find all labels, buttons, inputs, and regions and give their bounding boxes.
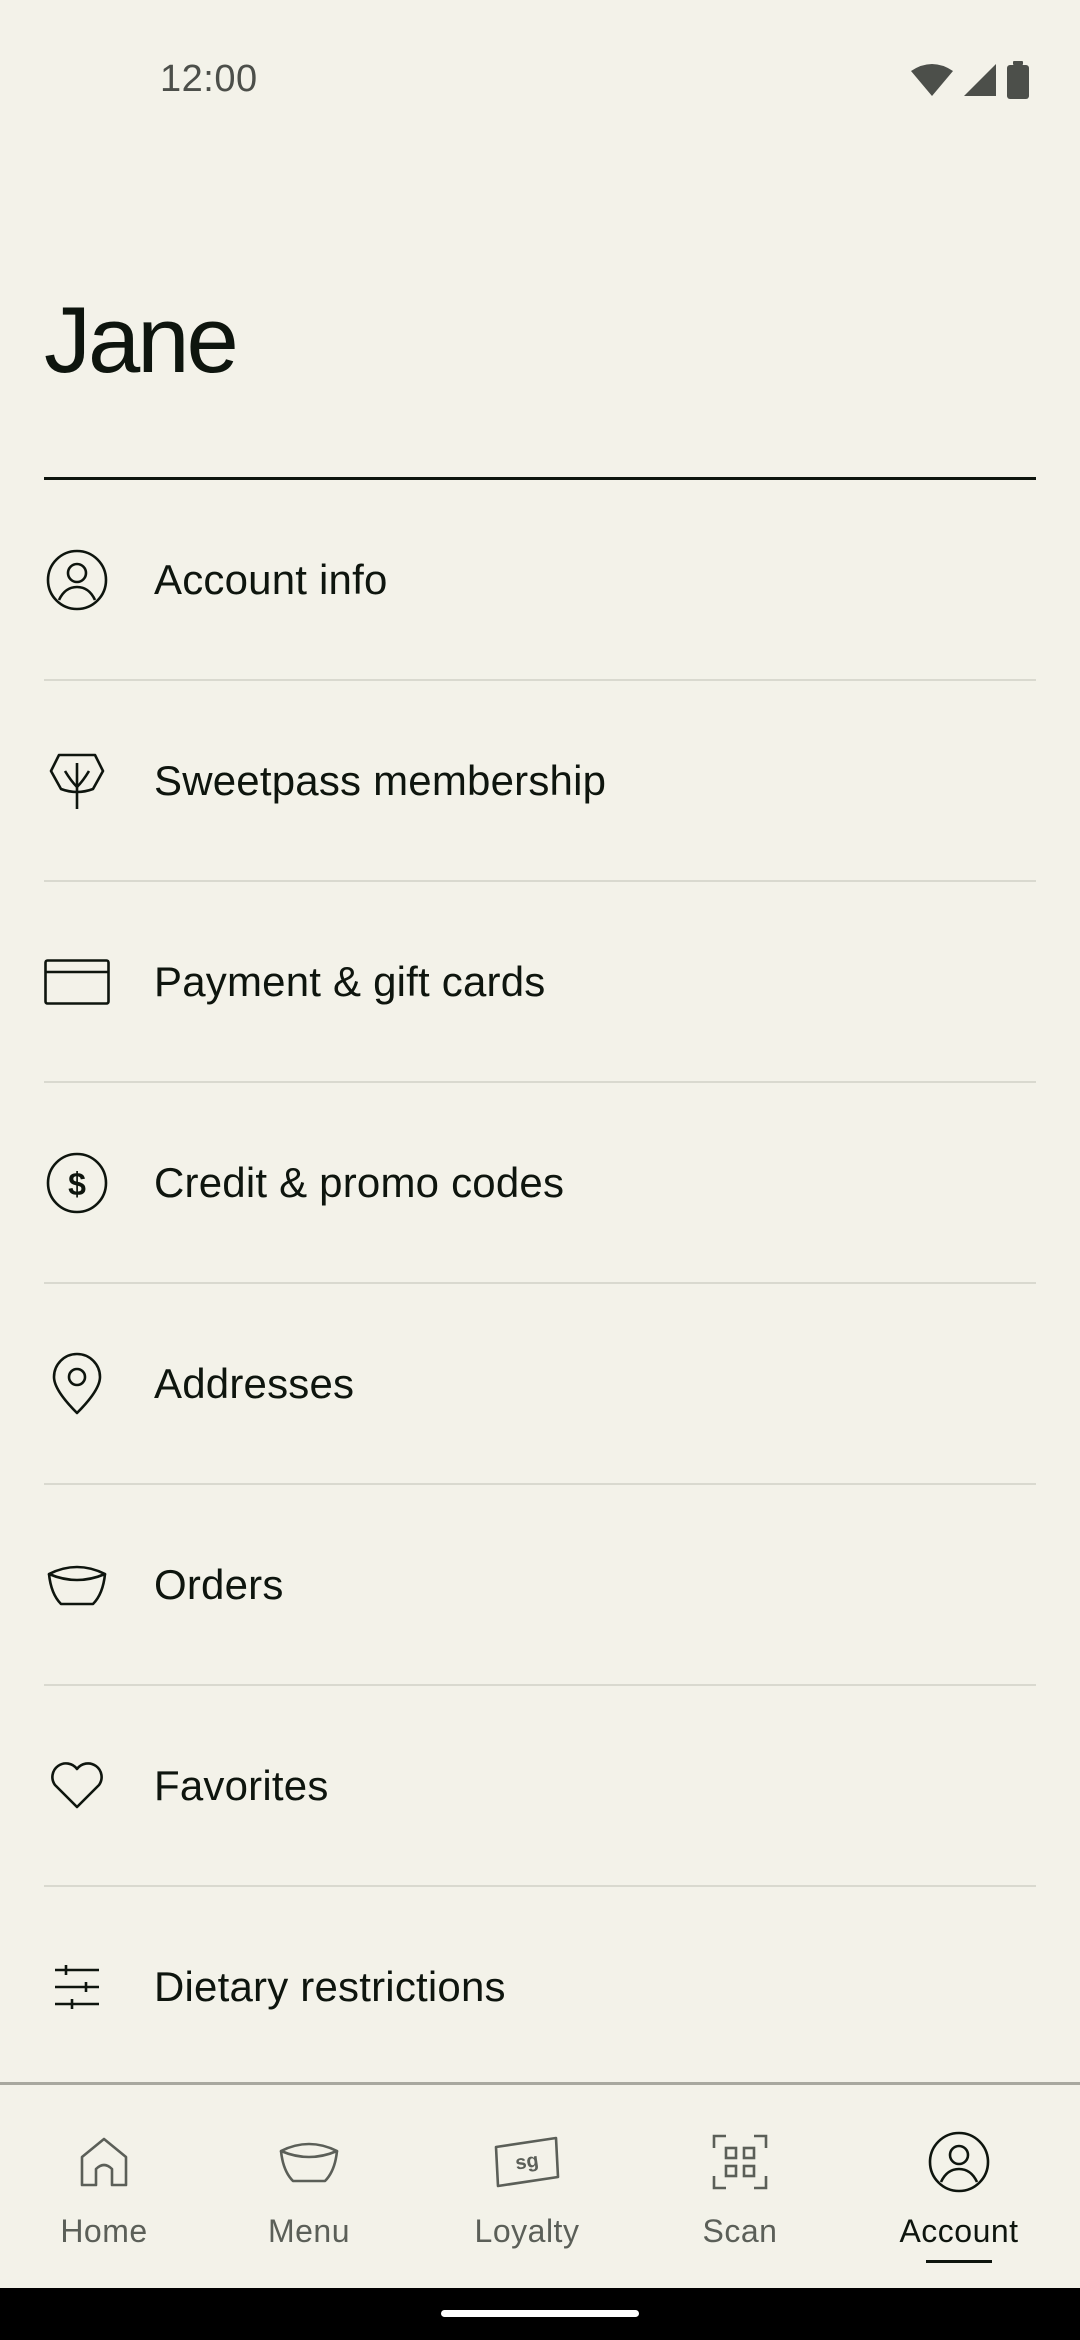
menu-item-label: Credit & promo codes (154, 1158, 565, 1206)
nav-label: Loyalty (474, 2213, 580, 2249)
nav-label: Menu (267, 2213, 351, 2249)
sliders-icon (44, 1954, 110, 2020)
menu-item-label: Payment & gift cards (154, 957, 546, 1005)
menu-item-dietary-restrictions[interactable]: Dietary restrictions (44, 1887, 1036, 2087)
menu-item-favorites[interactable]: Favorites (44, 1686, 1036, 1887)
nav-label: Home (60, 2213, 148, 2249)
nav-tab-home[interactable]: Home (4, 2085, 204, 2295)
nav-tab-menu[interactable]: Menu (209, 2085, 409, 2295)
menu-item-label: Dietary restrictions (154, 1963, 506, 2010)
user-circle-icon (927, 2129, 991, 2195)
wifi-icon (910, 63, 954, 97)
nav-label: Scan (702, 2213, 778, 2249)
battery-icon (1006, 61, 1030, 99)
bowl-icon (277, 2129, 341, 2195)
home-icon (77, 2129, 131, 2195)
menu-item-label: Sweetpass membership (154, 756, 607, 804)
gesture-handle[interactable] (441, 2310, 639, 2317)
menu-item-label: Orders (154, 1560, 284, 1608)
user-circle-icon (44, 547, 110, 613)
nav-tab-scan[interactable]: Scan (640, 2085, 840, 2295)
menu-item-label: Account info (154, 555, 388, 603)
signal-icon (962, 62, 998, 98)
heart-icon (44, 1753, 110, 1819)
active-tab-indicator (926, 2260, 992, 2263)
location-pin-icon (44, 1351, 110, 1417)
menu-item-label: Addresses (154, 1359, 355, 1407)
bowl-icon (44, 1552, 110, 1618)
menu-item-credit-promo-codes[interactable]: $ Credit & promo codes (44, 1083, 1036, 1284)
account-menu-list: Account info Sweetpass membership Paymen… (44, 480, 1036, 2087)
profile-name: Jane (44, 287, 239, 392)
svg-text:$: $ (68, 1166, 86, 1202)
menu-item-sweetpass-membership[interactable]: Sweetpass membership (44, 681, 1036, 882)
sg-card-icon: sg (493, 2129, 561, 2195)
credit-card-icon (44, 949, 110, 1015)
nav-tab-account[interactable]: Account (859, 2085, 1059, 2295)
menu-item-label: Favorites (154, 1761, 329, 1809)
dollar-circle-icon: $ (44, 1150, 110, 1216)
menu-item-account-info[interactable]: Account info (44, 480, 1036, 681)
loyalty-icon-text: sg (514, 2149, 540, 2174)
nav-tab-loyalty[interactable]: sg Loyalty (427, 2085, 627, 2295)
system-navigation-bar (0, 2288, 1080, 2340)
status-bar: 12:00 (0, 0, 1080, 170)
status-time: 12:00 (160, 58, 258, 100)
menu-item-orders[interactable]: Orders (44, 1485, 1036, 1686)
menu-item-payment-gift-cards[interactable]: Payment & gift cards (44, 882, 1036, 1083)
leaf-icon (44, 748, 110, 814)
status-icons (910, 60, 1030, 100)
nav-label: Account (899, 2213, 1019, 2249)
qr-scan-icon (712, 2129, 768, 2195)
menu-item-addresses[interactable]: Addresses (44, 1284, 1036, 1485)
